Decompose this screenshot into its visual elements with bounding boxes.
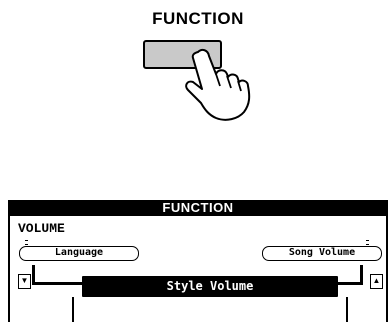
lcd-frame: VOLUME Language Song Volume ▼ ▲ Style Vo… <box>8 216 388 322</box>
function-button-label: FUNCTION <box>152 9 244 28</box>
selected-left-guide <box>72 297 74 322</box>
down-arrow-icon[interactable]: ▼ <box>18 274 31 289</box>
next-item-pill[interactable]: Song Volume <box>262 246 382 261</box>
lcd-title: FUNCTION <box>8 200 388 216</box>
up-arrow-icon[interactable]: ▲ <box>370 274 383 289</box>
lcd-display: FUNCTION VOLUME Language Song Volume ▼ ▲… <box>0 200 392 322</box>
pointing-hand-icon <box>185 48 251 121</box>
left-bracket <box>33 282 82 285</box>
prev-tick <box>25 240 28 245</box>
lcd-group-label: VOLUME <box>18 221 65 236</box>
prev-item-pill[interactable]: Language <box>19 246 139 261</box>
left-bracket-stem <box>32 265 35 285</box>
selected-item[interactable]: Style Volume <box>82 276 338 297</box>
right-bracket-stem <box>360 265 363 285</box>
next-tick <box>366 240 369 245</box>
selected-right-guide <box>346 297 348 322</box>
